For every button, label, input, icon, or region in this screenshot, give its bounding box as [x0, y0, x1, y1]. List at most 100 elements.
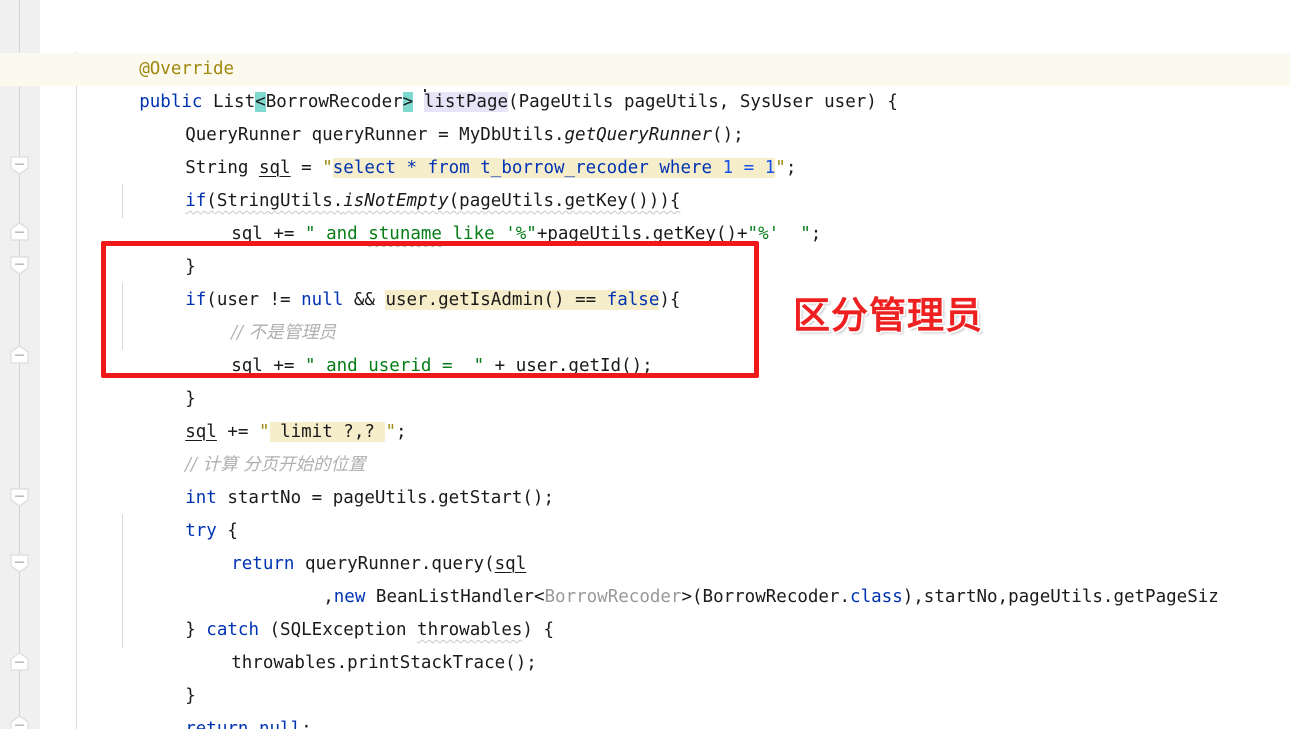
semicolon: ;	[785, 158, 797, 178]
fold-marker-icon[interactable]	[8, 487, 31, 507]
variable-sql: sql	[231, 356, 263, 376]
keyword-return: return	[231, 554, 295, 574]
sql-select-clause: select * from t_borrow_recoder	[332, 158, 660, 178]
queryrunner-declaration: QueryRunner queryRunner = MyDbUtils.	[185, 125, 565, 145]
close-brace: }	[185, 389, 196, 409]
comma-separator: ,	[323, 587, 334, 607]
semicolon: ;	[301, 719, 312, 729]
plus-equals-op: +=	[262, 224, 305, 244]
string-quote-close: "	[473, 356, 485, 376]
keyword-if: if	[185, 290, 207, 310]
assign-op: =	[290, 158, 323, 178]
type-generic-arg: BorrowRecoder	[265, 92, 403, 112]
type-string: String	[185, 158, 249, 178]
selected-expression: user.getIsAdmin() == false	[385, 290, 660, 310]
string-quote-close2: "	[800, 224, 811, 244]
fold-marker-icon[interactable]	[8, 155, 31, 175]
queryrunner-query-call: queryRunner.query(	[294, 554, 495, 574]
logical-and-op: &&	[343, 290, 386, 310]
keyword-catch: catch	[206, 620, 259, 640]
sql-where-keyword: where	[659, 158, 713, 178]
method-signature-rest: (PageUtils pageUtils, SysUser user) {	[508, 92, 898, 112]
code-content[interactable]: @Override public List<BorrowRecoder> lis…	[0, 0, 1290, 729]
close-brace: }	[185, 257, 196, 277]
keyword-false: false	[606, 290, 660, 310]
keyword-if: if	[185, 191, 207, 211]
sqlexception-type: (SQLException	[258, 620, 418, 640]
fold-marker-icon[interactable]	[8, 652, 31, 672]
beanlisthandler-type: BeanListHandler<	[365, 587, 545, 607]
string-quote-open: "	[304, 224, 316, 244]
if-user-open: (user	[206, 290, 270, 310]
code-line[interactable]: return null;	[40, 680, 1290, 729]
annotation-text: 区分管理员	[793, 294, 983, 337]
variable-throwables: throwables	[417, 620, 523, 640]
string-quote-open2: "	[747, 224, 759, 244]
semicolon: ;	[395, 422, 407, 442]
sql-condition: 1 = 1	[712, 158, 776, 178]
string-quote-close: "	[385, 422, 396, 442]
plus-equals-op: +=	[216, 422, 259, 442]
code-line[interactable]: @Override	[40, 20, 1290, 79]
fold-marker-icon[interactable]	[8, 715, 31, 729]
variable-sql: sql	[258, 158, 291, 178]
open-brace: {	[216, 521, 238, 541]
concat-getid: + user.getId();	[484, 356, 653, 376]
keyword-null: null	[301, 290, 344, 310]
not-equal-op: !=	[269, 290, 302, 310]
variable-sql: sql	[494, 554, 527, 574]
bean-args: >(BorrowRecoder.	[681, 587, 851, 607]
static-method-getqueryrunner: getQueryRunner	[564, 125, 713, 145]
brace-match-close: >	[402, 92, 414, 112]
string-and: and	[315, 224, 369, 244]
call-close: ();	[712, 125, 744, 145]
user-getisadmin-call: user.getIsAdmin() ==	[385, 290, 607, 310]
stringutils-ref: (StringUtils.	[206, 191, 344, 211]
semicolon: ;	[810, 224, 822, 244]
string-quote-open: "	[258, 422, 270, 442]
fold-marker-icon[interactable]	[8, 345, 31, 365]
annotation-token: @Override	[139, 59, 235, 79]
plus-equals-op: +=	[262, 356, 305, 376]
close-brace: }	[185, 686, 196, 706]
string-like: like '%	[441, 224, 527, 244]
injected-sql-fragment: select * from t_borrow_recoder where 1 =…	[332, 158, 776, 178]
code-line[interactable]: sql += " limit ?,? ";	[40, 383, 1290, 442]
editor-gutter[interactable]	[0, 0, 40, 729]
brace-match-open: <	[255, 92, 266, 112]
keyword-public: public	[139, 92, 203, 112]
fold-marker-icon[interactable]	[8, 222, 31, 242]
startno-declaration: startNo = pageUtils.getStart();	[216, 488, 554, 508]
close-brace: }	[185, 620, 207, 640]
static-method-isnotempty: isNotEmpty	[343, 191, 449, 211]
if-close-brace: ){	[659, 290, 681, 310]
sql-column-stuname: stuname	[368, 224, 442, 244]
keyword-int: int	[185, 488, 217, 508]
variable-sql: sql	[231, 224, 263, 244]
fold-marker-icon[interactable]	[8, 553, 31, 573]
string-quote-open: "	[322, 158, 333, 178]
code-line[interactable]: if(user != null && user.getIsAdmin() == …	[40, 251, 1290, 310]
generic-type-arg: BorrowRecoder	[544, 587, 682, 607]
string-quote-open: "	[304, 356, 316, 376]
catch-tail: ) {	[522, 620, 554, 640]
comment-not-admin: // 不是管理员	[231, 323, 337, 343]
fold-marker-icon[interactable]	[8, 255, 31, 275]
keyword-null: null	[258, 719, 302, 729]
concat-getkey: +pageUtils.getKey()+	[536, 224, 748, 244]
keyword-class: class	[850, 587, 903, 607]
string-quote-close: "	[526, 224, 537, 244]
printstacktrace-call: throwables.printStackTrace();	[231, 653, 537, 673]
string-quote-close: "	[775, 158, 786, 178]
keyword-new: new	[333, 587, 366, 607]
method-name-listpage: listPage	[423, 92, 509, 112]
variable-sql: sql	[185, 422, 217, 442]
getkey-call: (pageUtils.getKey())){	[448, 191, 681, 211]
code-editor[interactable]: @Override public List<BorrowRecoder> lis…	[0, 0, 1290, 729]
keyword-try: try	[185, 521, 217, 541]
string-and-userid: and userid =	[315, 356, 474, 376]
injected-sql-limit: limit ?,?	[269, 422, 386, 442]
